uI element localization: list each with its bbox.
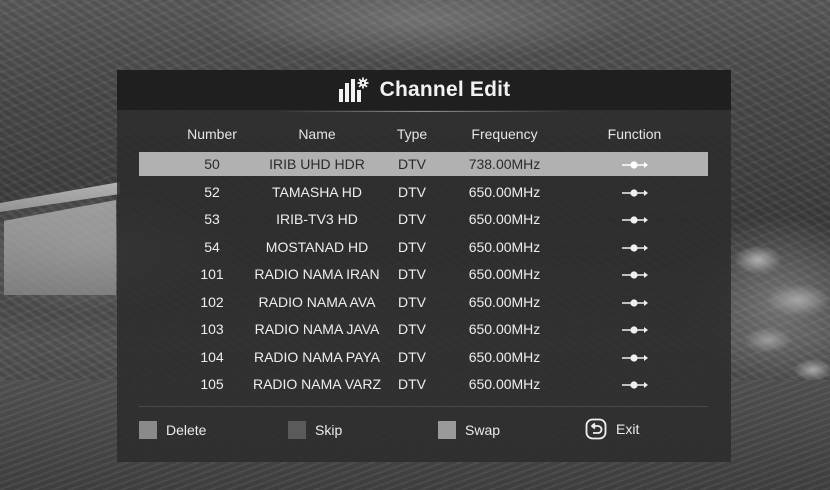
channel-name: MOSTANAD HD [265,238,369,255]
exit-label: Exit [616,421,640,437]
background-rocks [728,230,830,390]
channel-name: RADIO NAMA VARZ [252,376,382,392]
move-arrow-icon [621,216,648,224]
channel-frequency: 738.00MHz [468,156,541,172]
dialog-header: Channel Edit [117,70,731,110]
channel-number: 50 [204,156,220,172]
channel-name: RADIO NAMA JAVA [254,321,380,337]
channel-type: DTV [398,156,426,172]
channel-frequency: 650.00MHz [468,293,541,310]
footer-divider [139,406,708,407]
move-arrow-icon [621,189,648,197]
channel-row[interactable]: 101 RADIO NAMA IRAN DTV 650.00MHz [139,262,708,286]
header-name: Name [298,126,336,142]
swap-button[interactable]: Swap [438,420,500,440]
channel-row[interactable]: 102 RADIO NAMA AVA DTV 650.00MHz [139,290,708,314]
channel-frequency: 650.00MHz [468,183,541,200]
move-arrow-icon [621,244,648,252]
skip-color-key [288,421,306,439]
channel-frequency: 650.00MHz [468,211,541,227]
channel-row[interactable]: 53 IRIB-TV3 HD DTV 650.00MHz [139,207,708,231]
header-frequency: Frequency [471,126,538,142]
channel-number: 101 [200,266,224,282]
skip-button[interactable]: Skip [288,420,342,440]
move-arrow-icon [621,326,648,334]
exit-button[interactable]: Exit [585,418,640,440]
channel-type: DTV [398,266,426,282]
channel-type: DTV [398,321,426,337]
channel-bars-gear-icon [338,77,369,102]
channel-name: IRIB-TV3 HD [276,211,358,227]
move-arrow-icon [621,299,648,307]
channel-frequency: 650.00MHz [468,376,541,392]
channel-function[interactable] [587,155,682,173]
channel-function[interactable] [587,183,682,201]
channel-row[interactable]: 104 RADIO NAMA PAYA DTV 650.00MHz [139,345,708,369]
channel-frequency: 650.00MHz [468,266,541,282]
channel-function[interactable] [587,265,682,283]
channel-function[interactable] [587,238,682,256]
channel-function[interactable] [587,293,682,311]
channel-row[interactable]: 103 RADIO NAMA JAVA DTV 650.00MHz [139,317,708,341]
title-divider [277,111,571,112]
channel-type: DTV [398,293,426,310]
channel-number: 103 [200,321,224,337]
delete-color-key [139,421,157,439]
channel-type: DTV [398,238,426,255]
channel-frequency: 650.00MHz [468,321,541,337]
channel-row[interactable]: 105 RADIO NAMA VARZ DTV 650.00MHz [139,372,708,396]
dialog-title: Channel Edit [379,78,511,101]
channel-name: RADIO NAMA AVA [258,293,376,310]
channel-function[interactable] [587,210,682,228]
move-arrow-icon [621,161,648,169]
header-function: Function [607,126,662,142]
channel-function[interactable] [587,320,682,338]
channel-type: DTV [398,183,426,200]
channel-name: TAMASHA HD [272,183,362,200]
delete-button[interactable]: Delete [139,420,206,440]
move-arrow-icon [621,354,648,362]
channel-number: 104 [200,348,224,365]
header-number: Number [187,126,237,142]
channel-number: 53 [204,211,220,227]
channel-frequency: 650.00MHz [468,238,541,255]
channel-row[interactable]: 54 MOSTANAD HD DTV 650.00MHz [139,235,708,259]
channel-number: 54 [204,238,220,255]
move-arrow-icon [621,381,648,389]
move-arrow-icon [621,271,648,279]
skip-label: Skip [315,422,343,438]
channel-type: DTV [398,376,426,392]
header-type: Type [396,126,428,142]
channel-function[interactable] [587,375,682,393]
channel-frequency: 650.00MHz [468,348,541,365]
channel-name: RADIO NAMA IRAN [254,266,380,282]
channel-name: IRIB UHD HDR [269,156,365,172]
channel-number: 102 [200,293,224,310]
channel-type: DTV [398,348,426,365]
channel-row[interactable]: 50 IRIB UHD HDR DTV 738.00MHz [139,152,708,176]
channel-type: DTV [398,211,426,227]
channel-function[interactable] [587,348,682,366]
swap-color-key [438,421,456,439]
return-arrow-icon [585,418,607,440]
channel-edit-dialog: Channel Edit Number Name Type Frequency … [117,70,731,462]
channel-number: 52 [204,183,220,200]
channel-row[interactable]: 52 TAMASHA HD DTV 650.00MHz [139,180,708,204]
channel-name: RADIO NAMA PAYA [253,348,381,365]
delete-label: Delete [166,422,207,438]
channel-number: 105 [200,376,224,392]
swap-label: Swap [465,422,501,438]
